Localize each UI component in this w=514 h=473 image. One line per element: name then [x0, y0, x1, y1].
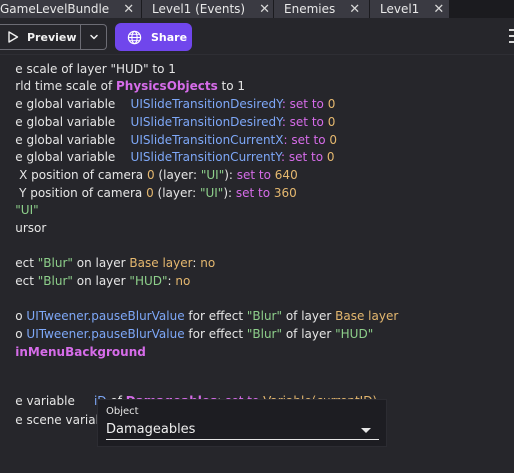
close-icon[interactable]: ✕: [433, 2, 444, 17]
value: 0: [146, 186, 154, 200]
object-name: inMenuBackground: [15, 345, 146, 359]
close-icon[interactable]: ✕: [123, 2, 134, 17]
value: no: [200, 256, 216, 270]
tab-label: Level1: [380, 2, 420, 16]
effect-name: "Blur": [37, 274, 73, 288]
value: 0: [326, 150, 335, 164]
operator-text: set to: [235, 186, 274, 200]
preview-options-button[interactable]: [81, 24, 107, 50]
action-text: ursor: [15, 221, 47, 235]
object-selector-popup: Object Damageables: [97, 399, 387, 447]
tab-label: Enemies: [284, 2, 336, 16]
preview-label: Preview: [27, 30, 77, 44]
object-select-value: Damageables: [106, 422, 196, 437]
tab-bar: GameLevelBundle ✕ Level1 (Events) ✕ Enem…: [0, 0, 514, 18]
layer-name: "HUD": [129, 274, 168, 288]
action-text: on layer: [72, 274, 130, 288]
action-line[interactable]: inMenuBackground: [0, 331, 146, 373]
layer-name: "HUD": [335, 327, 374, 341]
tab-label: Level1 (Events): [152, 2, 246, 16]
action-text: of layer: [282, 327, 336, 341]
close-icon[interactable]: ✕: [259, 2, 270, 17]
object-select[interactable]: Damageables: [106, 421, 379, 440]
globe-icon: [127, 30, 142, 44]
action-text: ect: [15, 274, 38, 288]
caret-down-icon[interactable]: [361, 428, 371, 434]
play-outline-icon: [8, 31, 19, 43]
action-text: for effect: [184, 327, 247, 341]
close-icon[interactable]: ✕: [349, 2, 360, 17]
preview-button[interactable]: Preview: [0, 24, 81, 50]
effect-name: "Blur": [246, 327, 283, 341]
layer-name: "UI": [199, 186, 224, 200]
menu-icon[interactable]: [509, 29, 514, 43]
tab-label: GameLevelBundle: [0, 2, 110, 16]
toolbar: Preview Share: [0, 18, 514, 55]
chevron-down-icon: [89, 34, 98, 40]
tab-gamelevelbundle[interactable]: GameLevelBundle ✕: [0, 0, 142, 18]
action-text: ):: [223, 186, 236, 200]
object-field-label: Object: [106, 406, 139, 417]
tab-level1[interactable]: Level1 ✕: [370, 0, 450, 18]
share-button[interactable]: Share: [115, 23, 192, 51]
value: 360: [273, 186, 297, 200]
action-text: (layer:: [153, 186, 200, 200]
value: no: [175, 274, 191, 288]
share-label: Share: [151, 30, 188, 44]
tab-level1-events[interactable]: Level1 (Events) ✕: [142, 0, 274, 18]
tab-enemies[interactable]: Enemies ✕: [274, 0, 370, 18]
